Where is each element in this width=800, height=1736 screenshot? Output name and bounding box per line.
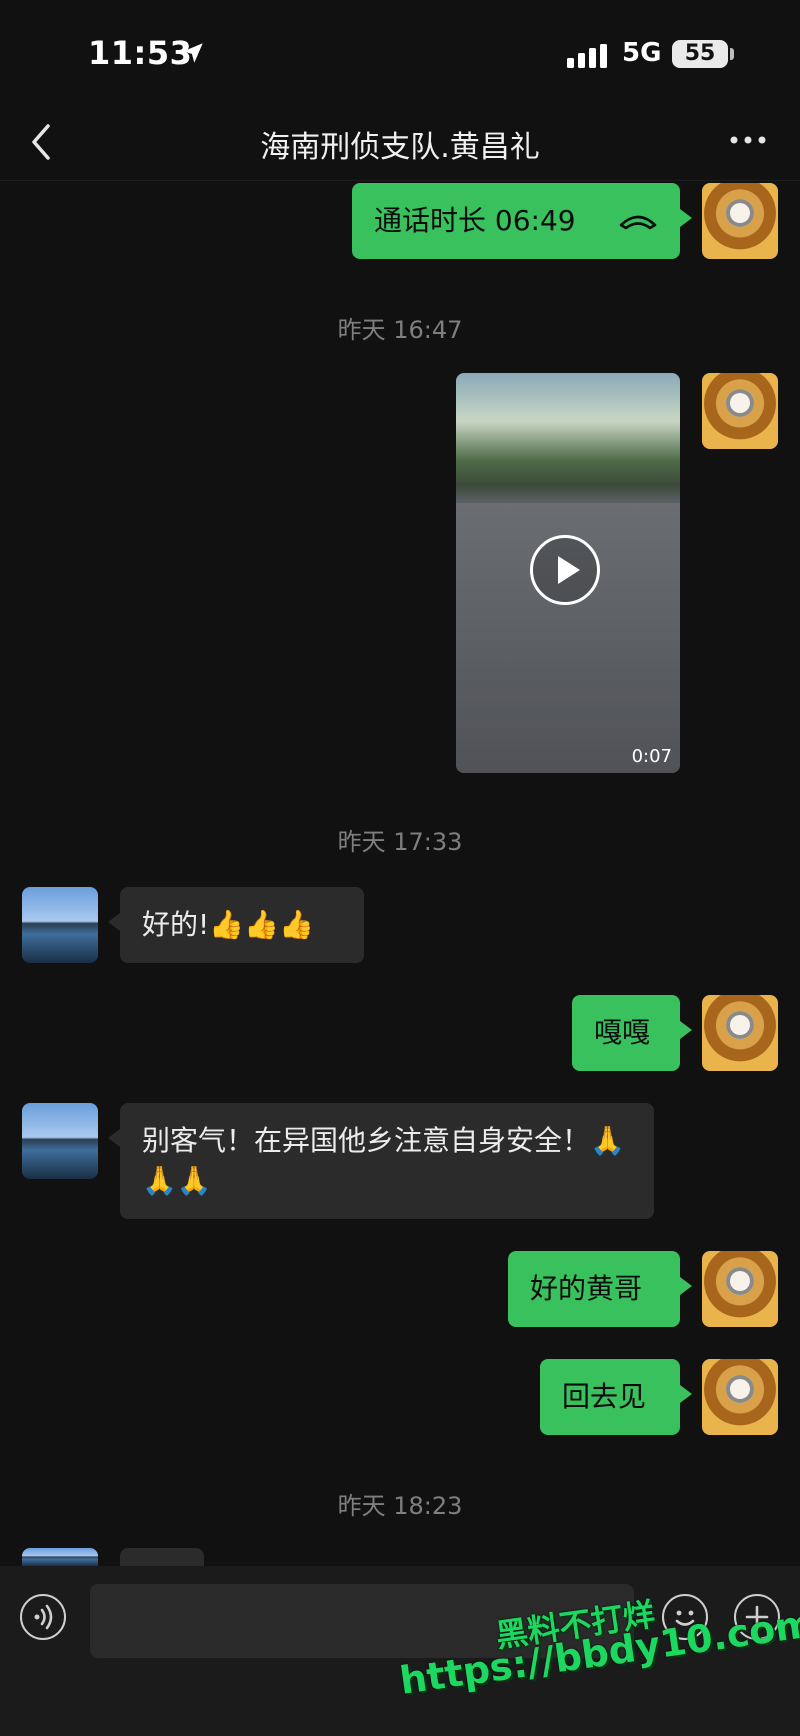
outgoing-message[interactable]: 嘎嘎	[572, 995, 692, 1071]
video-duration: 0:07	[631, 746, 672, 767]
timestamp: 昨天 17:33	[337, 828, 463, 856]
message-text: 嘎嘎	[594, 1016, 651, 1049]
battery-nub	[730, 48, 734, 60]
message-text: 别客气！在异国他乡注意自身安全！🙏🙏🙏	[142, 1124, 625, 1197]
contact-avatar[interactable]	[22, 887, 98, 963]
timestamp: 昨天 16:47	[337, 316, 463, 344]
outgoing-message[interactable]: 好的黄哥	[508, 1251, 692, 1327]
outgoing-message[interactable]: 回去见	[540, 1359, 692, 1435]
nav-divider	[0, 180, 800, 181]
my-avatar[interactable]	[702, 1359, 778, 1435]
more-dots-icon[interactable]	[728, 132, 768, 148]
battery-level: 55	[672, 40, 728, 68]
contact-avatar[interactable]	[22, 1103, 98, 1179]
status-time: 11:53	[88, 34, 193, 72]
incoming-message-partial[interactable]	[120, 1548, 204, 1566]
call-duration-text: 通话时长 06:49	[374, 204, 576, 237]
network-type: 5G	[622, 38, 662, 68]
message-text: 好的黄哥	[530, 1272, 643, 1305]
call-duration-bubble[interactable]: 通话时长 06:49	[352, 183, 692, 259]
signal-icon	[567, 44, 607, 68]
video-message[interactable]: 0:07	[456, 373, 680, 773]
contact-avatar[interactable]	[22, 1548, 98, 1566]
location-arrow-icon	[183, 43, 203, 63]
my-avatar[interactable]	[702, 995, 778, 1071]
my-avatar[interactable]	[702, 1251, 778, 1327]
incoming-message[interactable]: 别客气！在异国他乡注意自身安全！🙏🙏🙏	[108, 1103, 654, 1219]
timestamp: 昨天 18:23	[337, 1492, 463, 1520]
voice-icon	[34, 1604, 53, 1630]
phone-hangup-icon	[619, 215, 657, 230]
my-avatar[interactable]	[702, 183, 778, 259]
my-avatar[interactable]	[702, 373, 778, 449]
play-icon[interactable]	[530, 535, 600, 605]
incoming-message[interactable]: 好的!👍👍👍	[108, 887, 364, 963]
chat-title: 海南刑侦支队.黄昌礼	[260, 130, 540, 165]
voice-button[interactable]	[20, 1594, 66, 1640]
message-text: 好的!👍👍👍	[142, 908, 314, 941]
message-text: 回去见	[562, 1380, 647, 1413]
